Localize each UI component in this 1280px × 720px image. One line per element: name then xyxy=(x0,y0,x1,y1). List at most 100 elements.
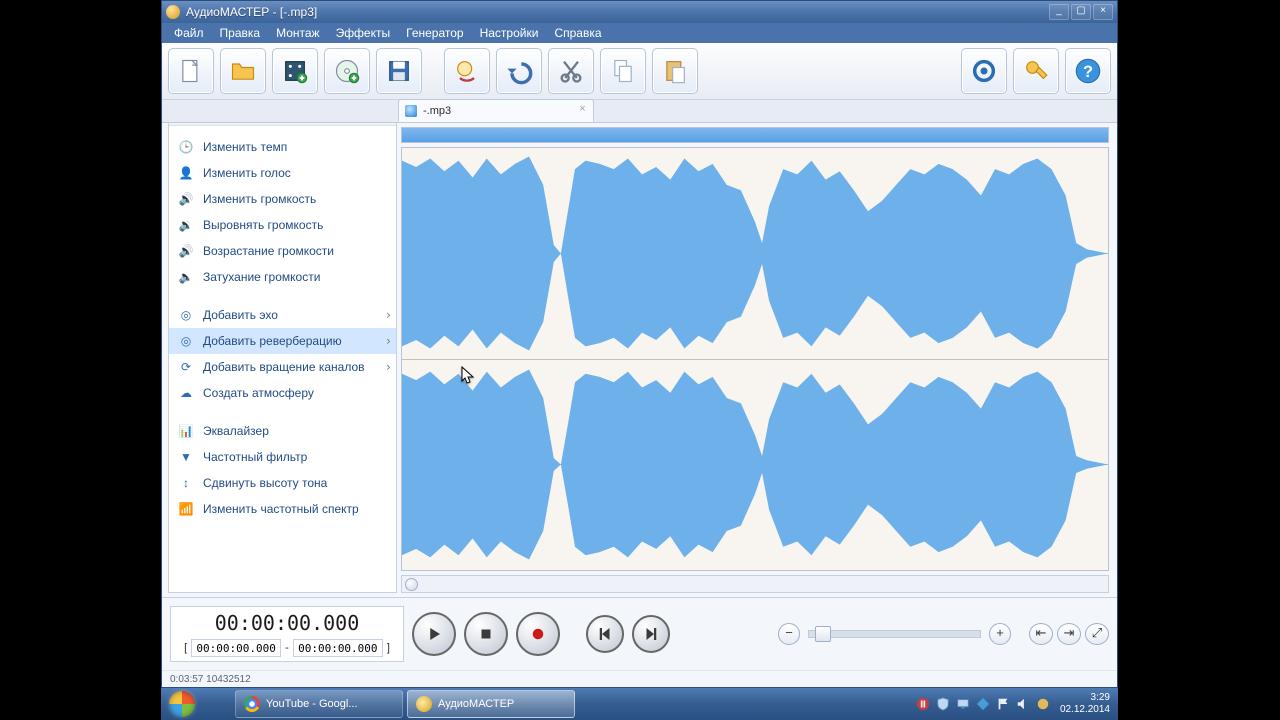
time-from-input[interactable] xyxy=(191,639,281,657)
new-file-button[interactable] xyxy=(168,48,214,94)
tab-label: -.mp3 xyxy=(423,105,451,117)
app-window: АудиоМАСТЕР - [-.mp3] _ ▢ × Файл Правка … xyxy=(161,0,1118,688)
minimize-button[interactable]: _ xyxy=(1049,4,1069,20)
help-button[interactable]: ? xyxy=(1065,48,1111,94)
menu-generator[interactable]: Генератор xyxy=(398,23,471,43)
effect-atmosphere[interactable]: ☁ Создать атмосферу xyxy=(169,380,396,406)
open-video-button[interactable] xyxy=(272,48,318,94)
time-to-input[interactable] xyxy=(293,639,383,657)
taskbar-clock[interactable]: 3:29 02.12.2014 xyxy=(1056,692,1110,716)
effect-normalize[interactable]: 🔉 Выровнять громкость xyxy=(169,212,396,238)
menu-effects[interactable]: Эффекты xyxy=(328,23,399,43)
effects-panel: Эффекты 🕒 Изменить темп 👤 Изменить голос… xyxy=(168,123,397,593)
effect-tempo[interactable]: 🕒 Изменить темп xyxy=(169,134,396,160)
cut-button[interactable] xyxy=(548,48,594,94)
main-area: Эффекты 🕒 Изменить темп 👤 Изменить голос… xyxy=(162,123,1117,597)
menu-file[interactable]: Файл xyxy=(166,23,212,43)
settings-button[interactable] xyxy=(961,48,1007,94)
time-sep: - xyxy=(285,642,289,654)
task-app[interactable]: АудиоМАСТЕР xyxy=(407,690,575,718)
transport-controls xyxy=(412,612,670,656)
tray-shield-icon[interactable] xyxy=(936,697,950,711)
menu-settings[interactable]: Настройки xyxy=(472,23,547,43)
effect-echo[interactable]: ◎ Добавить эхо xyxy=(169,302,396,328)
speaker-down-icon: 🔈 xyxy=(177,268,195,286)
effect-spectrum[interactable]: 📶 Изменить частотный спектр xyxy=(169,496,396,522)
main-toolbar: ? xyxy=(162,43,1117,100)
effect-reverb[interactable]: ◎ Добавить реверберацию xyxy=(169,328,396,354)
tray-diamond-icon[interactable] xyxy=(976,697,990,711)
waveform-editor[interactable] xyxy=(401,147,1109,571)
app-icon xyxy=(166,5,180,19)
tray-app-icon[interactable] xyxy=(1036,697,1050,711)
menu-edit[interactable]: Правка xyxy=(212,23,269,43)
start-button[interactable] xyxy=(161,688,203,720)
paste-button[interactable] xyxy=(652,48,698,94)
menu-montage[interactable]: Монтаж xyxy=(268,23,328,43)
speaker-icon: 🔉 xyxy=(177,216,195,234)
effect-label: Возрастание громкости xyxy=(203,244,334,258)
transport-bar: 00:00:00.000 [ - ] − xyxy=(162,597,1117,670)
effect-voice[interactable]: 👤 Изменить голос xyxy=(169,160,396,186)
scroll-thumb[interactable] xyxy=(405,578,418,591)
open-file-button[interactable] xyxy=(220,48,266,94)
effect-volume[interactable]: 🔊 Изменить громкость xyxy=(169,186,396,212)
horizontal-scrollbar[interactable] xyxy=(401,575,1109,593)
speaker-icon: 🔊 xyxy=(177,190,195,208)
fit-selection-button[interactable]: ⇥ xyxy=(1057,623,1081,645)
play-button[interactable] xyxy=(412,612,456,656)
effect-label: Затухание громкости xyxy=(203,270,320,284)
tab-strip: -.mp3 × xyxy=(162,100,1117,123)
record-button[interactable] xyxy=(516,612,560,656)
record-mic-button[interactable] xyxy=(444,48,490,94)
effect-label: Создать атмосферу xyxy=(203,386,314,400)
effect-fadein[interactable]: 🔊 Возрастание громкости xyxy=(169,238,396,264)
bracket-left: [ xyxy=(184,642,187,654)
stop-button[interactable] xyxy=(464,612,508,656)
activate-button[interactable] xyxy=(1013,48,1059,94)
close-button[interactable]: × xyxy=(1093,4,1113,20)
effect-label: Добавить реверберацию xyxy=(203,334,342,348)
effect-label: Частотный фильтр xyxy=(203,450,307,464)
zoom-slider-thumb[interactable] xyxy=(815,626,831,642)
next-button[interactable] xyxy=(632,615,670,653)
tray-record-icon[interactable] xyxy=(916,697,930,711)
open-cd-button[interactable] xyxy=(324,48,370,94)
go-start-button[interactable]: ⇤ xyxy=(1029,623,1053,645)
task-label: АудиоМАСТЕР xyxy=(438,698,514,710)
tab-file[interactable]: -.mp3 × xyxy=(398,99,594,122)
time-pane: 00:00:00.000 [ - ] xyxy=(170,606,404,662)
title-bar[interactable]: АудиоМАСТЕР - [-.mp3] _ ▢ × xyxy=(162,1,1117,23)
save-button[interactable] xyxy=(376,48,422,94)
task-chrome[interactable]: YouTube - Googl... xyxy=(235,690,403,718)
tray-volume-icon[interactable] xyxy=(1016,697,1030,711)
clock-date: 02.12.2014 xyxy=(1060,704,1110,716)
tray-network-icon[interactable] xyxy=(956,697,970,711)
effect-equalizer[interactable]: 📊 Эквалайзер xyxy=(169,418,396,444)
clock-icon: 🕒 xyxy=(177,138,195,156)
effect-label: Сдвинуть высоту тона xyxy=(203,476,327,490)
status-text: 0:03:57 10432512 xyxy=(170,674,251,685)
effect-label: Выровнять громкость xyxy=(203,218,323,232)
tray-flag-icon[interactable] xyxy=(996,697,1010,711)
effect-label: Эквалайзер xyxy=(203,424,269,438)
undo-button[interactable] xyxy=(496,48,542,94)
effect-channel-rotate[interactable]: ⟳ Добавить вращение каналов xyxy=(169,354,396,380)
copy-button[interactable] xyxy=(600,48,646,94)
zoom-out-button[interactable]: − xyxy=(778,623,800,645)
effect-fadeout[interactable]: 🔈 Затухание громкости xyxy=(169,264,396,290)
waveform-overview[interactable] xyxy=(401,127,1109,143)
effect-label: Изменить голос xyxy=(203,166,291,180)
maximize-button[interactable]: ▢ xyxy=(1071,4,1091,20)
effect-label: Изменить темп xyxy=(203,140,287,154)
zoom-in-button[interactable]: + xyxy=(989,623,1011,645)
effects-list: 🕒 Изменить темп 👤 Изменить голос 🔊 Измен… xyxy=(169,126,396,592)
fit-all-button[interactable]: ⤢ xyxy=(1085,623,1109,645)
tab-close-icon[interactable]: × xyxy=(576,103,589,116)
prev-button[interactable] xyxy=(586,615,624,653)
menu-help[interactable]: Справка xyxy=(546,23,609,43)
effect-label: Изменить громкость xyxy=(203,192,316,206)
zoom-slider[interactable] xyxy=(808,630,981,638)
effect-freq-filter[interactable]: ▼ Частотный фильтр xyxy=(169,444,396,470)
effect-pitch[interactable]: ↕ Сдвинуть высоту тона xyxy=(169,470,396,496)
